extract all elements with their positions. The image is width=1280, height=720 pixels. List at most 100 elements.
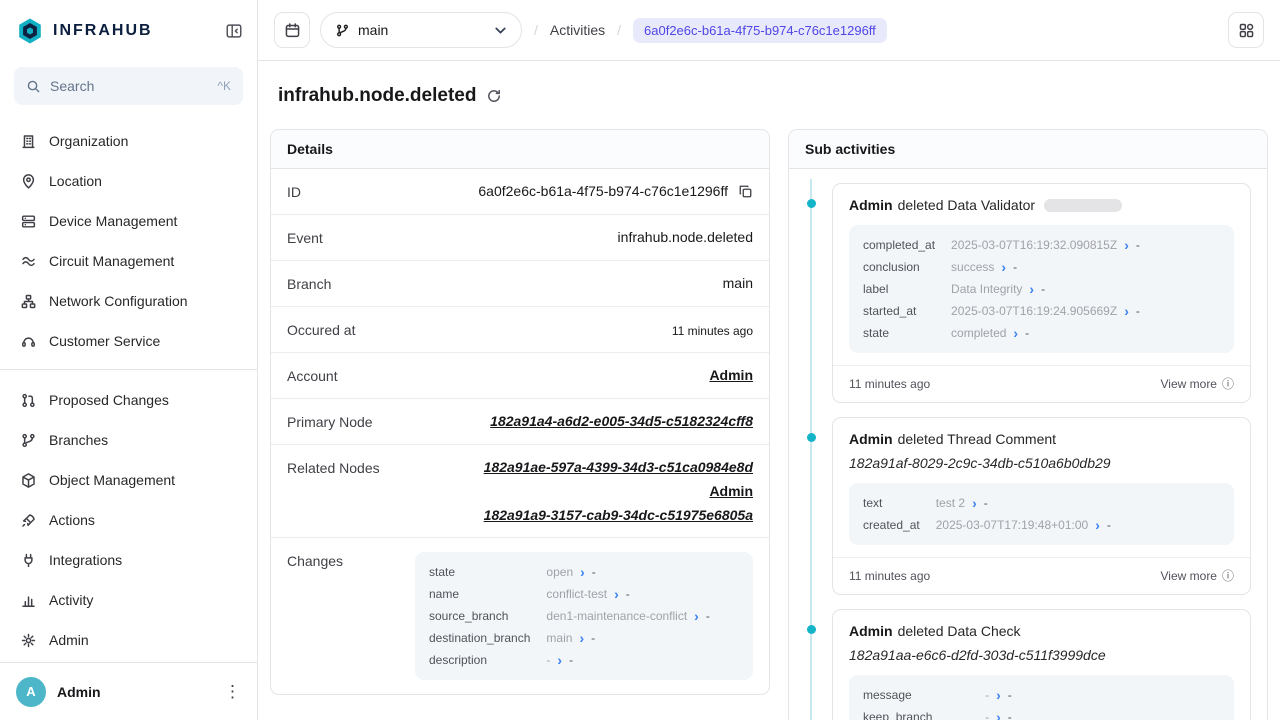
chevron-right-icon[interactable]: › xyxy=(1124,304,1129,318)
sidebar-item-label: Location xyxy=(49,173,102,189)
activity-action: deleted Data Validator xyxy=(898,197,1036,213)
breadcrumb-separator: / xyxy=(532,22,540,38)
sidebar-item-object-management[interactable]: Object Management xyxy=(10,460,247,500)
components-button[interactable] xyxy=(1228,12,1264,48)
gear-icon xyxy=(20,632,37,649)
panels: Details ID 6a0f2e6c-b61a-4f75-b974-c76c1… xyxy=(270,129,1268,720)
details-panel-title: Details xyxy=(271,130,769,169)
infrahub-logo[interactable]: INFRAHUB xyxy=(16,17,153,45)
chevron-right-icon[interactable]: › xyxy=(972,496,977,510)
sidebar-divider xyxy=(0,369,257,370)
detail-label: Primary Node xyxy=(287,413,373,430)
sidebar-collapse-button[interactable] xyxy=(225,22,243,40)
page-content: infrahub.node.deleted Details ID 6a0f2e6… xyxy=(258,61,1280,720)
network-icon xyxy=(20,293,37,310)
sidebar-item-branches[interactable]: Branches xyxy=(10,420,247,460)
time-travel-button[interactable] xyxy=(274,12,310,48)
chevron-right-icon[interactable]: › xyxy=(694,609,699,623)
change-key: name xyxy=(429,583,530,605)
chevron-right-icon[interactable]: › xyxy=(557,653,562,667)
view-more-button[interactable]: View more ⓘ xyxy=(1161,567,1234,584)
activity-actor: Admin xyxy=(849,197,893,213)
detail-row-branch: Branch main xyxy=(271,261,769,307)
sub-activities-body: Admin deleted Data Validator completed_a… xyxy=(789,169,1267,720)
attribute-to: - xyxy=(1107,514,1111,536)
sub-activities-panel: Sub activities Admin deleted Data Valida… xyxy=(788,129,1268,720)
detail-label: Branch xyxy=(287,275,331,292)
primary-node-link[interactable]: 182a91a4-a6d2-e005-34d5-c5182324cff8 xyxy=(490,413,753,429)
activity-time: 11 minutes ago xyxy=(849,569,930,583)
detail-label: Related Nodes xyxy=(287,459,380,476)
account-link[interactable]: Admin xyxy=(709,367,753,383)
chevron-right-icon[interactable]: › xyxy=(1001,260,1006,274)
sidebar-item-label: Object Management xyxy=(49,472,175,488)
attribute-key: state xyxy=(863,322,935,344)
customer-service-icon xyxy=(20,333,37,350)
attribute-from: 2025-03-07T16:19:24.905669Z xyxy=(951,300,1117,322)
map-pin-icon xyxy=(20,173,37,190)
change-key: state xyxy=(429,561,530,583)
main-area: main / Activities / 6a0f2e6c-b61a-4f75-b… xyxy=(258,0,1280,720)
sidebar-item-label: Proposed Changes xyxy=(49,392,169,408)
user-options-button[interactable]: ⋮ xyxy=(224,682,241,702)
server-icon xyxy=(20,213,37,230)
info-icon: ⓘ xyxy=(1222,567,1234,584)
refresh-icon xyxy=(486,88,502,104)
sidebar-item-label: Actions xyxy=(49,512,95,528)
chevron-right-icon[interactable]: › xyxy=(996,688,1001,702)
chevron-right-icon[interactable]: › xyxy=(614,587,619,601)
chevron-right-icon[interactable]: › xyxy=(1124,238,1129,252)
change-to: - xyxy=(592,561,596,583)
chevron-right-icon[interactable]: › xyxy=(580,565,585,579)
sidebar-item-network-configuration[interactable]: Network Configuration xyxy=(10,281,247,321)
chevron-right-icon[interactable]: › xyxy=(996,710,1001,720)
chevron-right-icon[interactable]: › xyxy=(1029,282,1034,296)
sidebar-item-circuit-management[interactable]: Circuit Management xyxy=(10,241,247,281)
related-node-link[interactable]: 182a91a9-3157-cab9-34dc-c51975e6805a xyxy=(484,507,753,523)
info-icon: ⓘ xyxy=(1222,375,1234,392)
related-node-link[interactable]: 182a91ae-597a-4399-34d3-c51ca0984e8d xyxy=(484,459,753,475)
detail-label: Changes xyxy=(287,552,343,569)
sidebar-item-location[interactable]: Location xyxy=(10,161,247,201)
detail-row-related-nodes: Related Nodes 182a91ae-597a-4399-34d3-c5… xyxy=(271,445,769,538)
branch-selector[interactable]: main xyxy=(320,12,522,48)
sidebar-item-label: Activity xyxy=(49,592,93,608)
sidebar-item-proposed-changes[interactable]: Proposed Changes xyxy=(10,380,247,420)
attribute-to: - xyxy=(1008,706,1012,720)
timeline-line xyxy=(810,179,812,720)
activity-attributes-box: completed_at 2025-03-07T16:19:32.090815Z… xyxy=(849,225,1234,353)
sidebar-item-customer-service[interactable]: Customer Service xyxy=(10,321,247,361)
attribute-to: - xyxy=(1013,256,1017,278)
sidebar-item-device-management[interactable]: Device Management xyxy=(10,201,247,241)
sidebar-header: INFRAHUB xyxy=(0,0,257,61)
git-branch-icon xyxy=(335,23,350,38)
change-to: - xyxy=(706,605,710,627)
breadcrumb-activity-id[interactable]: 6a0f2e6c-b61a-4f75-b974-c76c1e1296ff xyxy=(633,18,887,43)
chevron-right-icon[interactable]: › xyxy=(1013,326,1018,340)
chevron-right-icon[interactable]: › xyxy=(579,631,584,645)
activity-card: Admin deleted Data Check 182a91aa-e6c6-d… xyxy=(832,609,1251,720)
sidebar-item-label: Network Configuration xyxy=(49,293,188,309)
chevron-right-icon[interactable]: › xyxy=(1095,518,1100,532)
view-more-button[interactable]: View more ⓘ xyxy=(1161,375,1234,392)
sidebar-item-admin[interactable]: Admin xyxy=(10,620,247,660)
attribute-key: started_at xyxy=(863,300,935,322)
sidebar-item-integrations[interactable]: Integrations xyxy=(10,540,247,580)
changes-box: state open›- name conflict-test›- source… xyxy=(415,552,753,680)
attribute-to: - xyxy=(1136,300,1140,322)
rocket-icon xyxy=(20,512,37,529)
sidebar-item-organization[interactable]: Organization xyxy=(10,121,247,161)
search-input[interactable]: Search ^K xyxy=(14,67,243,105)
sidebar-item-actions[interactable]: Actions xyxy=(10,500,247,540)
breadcrumb-activities-link[interactable]: Activities xyxy=(550,22,605,38)
user-menu[interactable]: A Admin ⋮ xyxy=(0,662,257,720)
view-more-label: View more xyxy=(1161,569,1217,583)
sidebar-item-activity[interactable]: Activity xyxy=(10,580,247,620)
related-node-link[interactable]: Admin xyxy=(709,483,753,499)
copy-id-button[interactable] xyxy=(738,184,753,199)
timeline-dot xyxy=(807,625,816,634)
activity-time: 11 minutes ago xyxy=(849,377,930,391)
git-branch-icon xyxy=(20,432,37,449)
change-to: - xyxy=(569,649,573,671)
refresh-button[interactable] xyxy=(486,88,502,104)
